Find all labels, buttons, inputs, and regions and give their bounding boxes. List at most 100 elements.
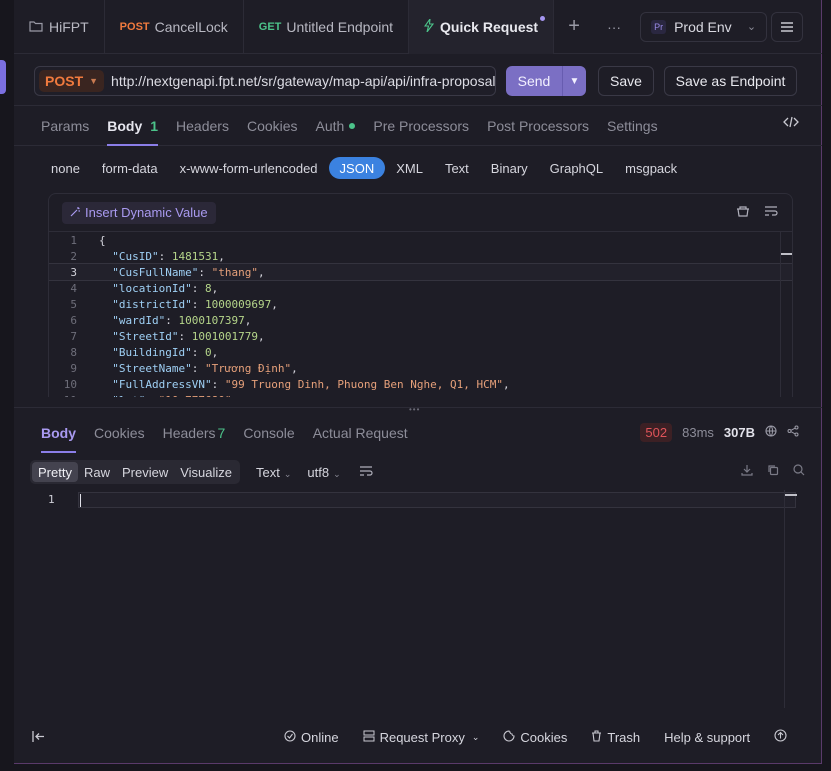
response-body-editor[interactable]: 1 <box>14 490 822 708</box>
tab-label: Body <box>41 425 76 441</box>
folder-icon <box>29 19 43 35</box>
download-icon[interactable] <box>741 464 753 479</box>
request-proxy-button[interactable]: Request Proxy ⌄ <box>363 730 479 745</box>
scroll-marker <box>785 494 797 496</box>
code-text: "locationId": 8, <box>112 281 219 295</box>
body-type-graphql[interactable]: GraphQL <box>539 157 614 179</box>
tab-headers[interactable]: Headers <box>167 106 238 146</box>
auth-status-dot <box>349 122 356 129</box>
new-tab-button[interactable]: + <box>554 0 594 54</box>
response-tab-console[interactable]: Console <box>234 413 303 453</box>
code-icon <box>783 116 799 131</box>
json-key: "locationId" <box>112 281 192 295</box>
save-as-endpoint-button[interactable]: Save as Endpoint <box>664 66 797 96</box>
save-button[interactable]: Save <box>598 66 654 96</box>
code-line[interactable]: 11 "lat": "10.777680" <box>49 392 792 398</box>
url-input[interactable]: http://nextgenapi.fpt.net/sr/gateway/map… <box>111 73 495 89</box>
wrap-lines-icon[interactable] <box>764 205 778 220</box>
code-line[interactable]: 2 "CusID": 1481531, <box>49 248 792 264</box>
response-time: 83ms <box>682 425 714 440</box>
insert-dynamic-value-button[interactable]: Insert Dynamic Value <box>62 201 216 224</box>
view-pretty[interactable]: Pretty <box>32 462 78 482</box>
body-type-msgpack[interactable]: msgpack <box>614 157 688 179</box>
json-value: 1481531 <box>171 249 219 263</box>
view-preview[interactable]: Preview <box>116 462 174 482</box>
environment-selector[interactable]: Pr Prod Env ⌄ <box>640 11 768 42</box>
code-line[interactable]: 6 "wardId": 1000107397, <box>49 312 792 328</box>
view-raw[interactable]: Raw <box>78 462 116 482</box>
app-window: HiFPT POST CancelLock GET Untitled Endpo… <box>14 0 822 764</box>
cookies-label: Cookies <box>520 729 568 745</box>
method-selector[interactable]: POST ▼ <box>39 70 105 92</box>
headers-count-badge: 7 <box>217 425 226 441</box>
body-type-urlencoded[interactable]: x-www-form-urlencoded <box>169 157 329 179</box>
menu-button[interactable] <box>771 11 804 42</box>
tab-settings[interactable]: Settings <box>598 106 667 146</box>
tab-body[interactable]: Body 1 <box>98 106 167 146</box>
help-support-button[interactable]: Help & support <box>664 730 750 745</box>
response-tab-body[interactable]: Body <box>32 413 85 453</box>
code-line[interactable]: 7 "StreetId": 1001001779, <box>49 328 792 344</box>
tab-label: Body <box>107 117 143 134</box>
status-badge: 502 <box>640 423 673 442</box>
body-type-xml[interactable]: XML <box>385 157 434 179</box>
view-visualize[interactable]: Visualize <box>174 462 238 482</box>
panel-splitter[interactable]: ••• <box>14 405 822 414</box>
send-options-dropdown[interactable]: ▼ <box>563 66 586 96</box>
line-number: 4 <box>70 281 77 295</box>
tab-quick-request[interactable]: Quick Request <box>409 0 555 54</box>
format-dropdown[interactable]: Text ⌄ <box>256 465 291 480</box>
share-icon[interactable] <box>787 425 799 440</box>
globe-icon[interactable] <box>765 425 777 440</box>
body-type-form-data[interactable]: form-data <box>91 157 169 179</box>
editor-scrollbar[interactable] <box>780 232 792 397</box>
body-type-selector: none form-data x-www-form-urlencoded JSO… <box>40 157 688 179</box>
encoding-dropdown[interactable]: utf8 ⌄ <box>307 465 340 480</box>
response-tab-actual-request[interactable]: Actual Request <box>304 413 417 453</box>
search-icon[interactable] <box>793 464 805 479</box>
more-tabs-button[interactable]: ··· <box>594 0 634 54</box>
send-button-group: Send ▼ <box>506 66 586 96</box>
send-button[interactable]: Send <box>506 66 563 96</box>
tab-cookies[interactable]: Cookies <box>238 106 307 146</box>
body-type-none[interactable]: none <box>40 157 91 179</box>
current-line-highlight <box>78 492 796 508</box>
beautify-icon[interactable] <box>736 205 750 220</box>
response-tab-headers[interactable]: Headers 7 <box>154 413 235 453</box>
body-type-text[interactable]: Text <box>434 157 480 179</box>
tab-pre-processors[interactable]: Pre Processors <box>364 106 478 146</box>
response-tab-cookies[interactable]: Cookies <box>85 413 154 453</box>
cookies-button[interactable]: Cookies <box>503 730 567 745</box>
tab-label: Auth <box>315 117 345 134</box>
code-text: "lat": "10.777680" <box>99 394 231 398</box>
body-type-binary[interactable]: Binary <box>480 157 539 179</box>
copy-icon[interactable] <box>767 464 779 479</box>
tab-untitled-endpoint[interactable]: GET Untitled Endpoint <box>244 0 410 54</box>
code-text: "CusFullName": "thang", <box>112 265 265 279</box>
chevron-down-icon: ⌄ <box>746 21 757 33</box>
tab-hifpt[interactable]: HiFPT <box>14 0 105 54</box>
code-lines[interactable]: 1{2 "CusID": 1481531, 3 "CusFullName": "t… <box>49 232 792 397</box>
code-line[interactable]: 10 "FullAddressVN": "99 Truong Dinh, Phu… <box>49 376 792 392</box>
code-text: "FullAddressVN": "99 Truong Dinh, Phuong… <box>112 377 510 391</box>
tab-post-processors[interactable]: Post Processors <box>478 106 598 146</box>
code-line[interactable]: 3 "CusFullName": "thang", <box>49 263 792 281</box>
code-line[interactable]: 4 "locationId": 8, <box>49 280 792 296</box>
tab-auth[interactable]: Auth <box>307 106 365 146</box>
code-line[interactable]: 1{ <box>49 232 792 248</box>
online-status[interactable]: Online <box>284 730 339 745</box>
body-type-json[interactable]: JSON <box>328 157 386 179</box>
code-line[interactable]: 5 "districtId": 1000009697, <box>49 296 792 312</box>
collapse-sidebar-icon[interactable] <box>32 730 45 745</box>
code-line[interactable]: 8 "BuildingId": 0, <box>49 344 792 360</box>
arrow-up-circle-icon <box>774 729 787 745</box>
trash-button[interactable]: Trash <box>591 730 640 745</box>
code-snippet-button[interactable] <box>783 116 799 131</box>
response-scrollbar[interactable] <box>784 490 797 708</box>
tab-cancellock[interactable]: POST CancelLock <box>105 0 244 54</box>
upgrade-button[interactable] <box>774 729 787 745</box>
code-line[interactable]: 9 "StreetName": "Trương Định", <box>49 360 792 376</box>
wrap-lines-icon[interactable] <box>359 465 373 480</box>
tab-params[interactable]: Params <box>32 106 98 146</box>
json-value: "99 Truong Dinh, Phuong Ben Nghe, Q1, HC… <box>224 377 503 391</box>
